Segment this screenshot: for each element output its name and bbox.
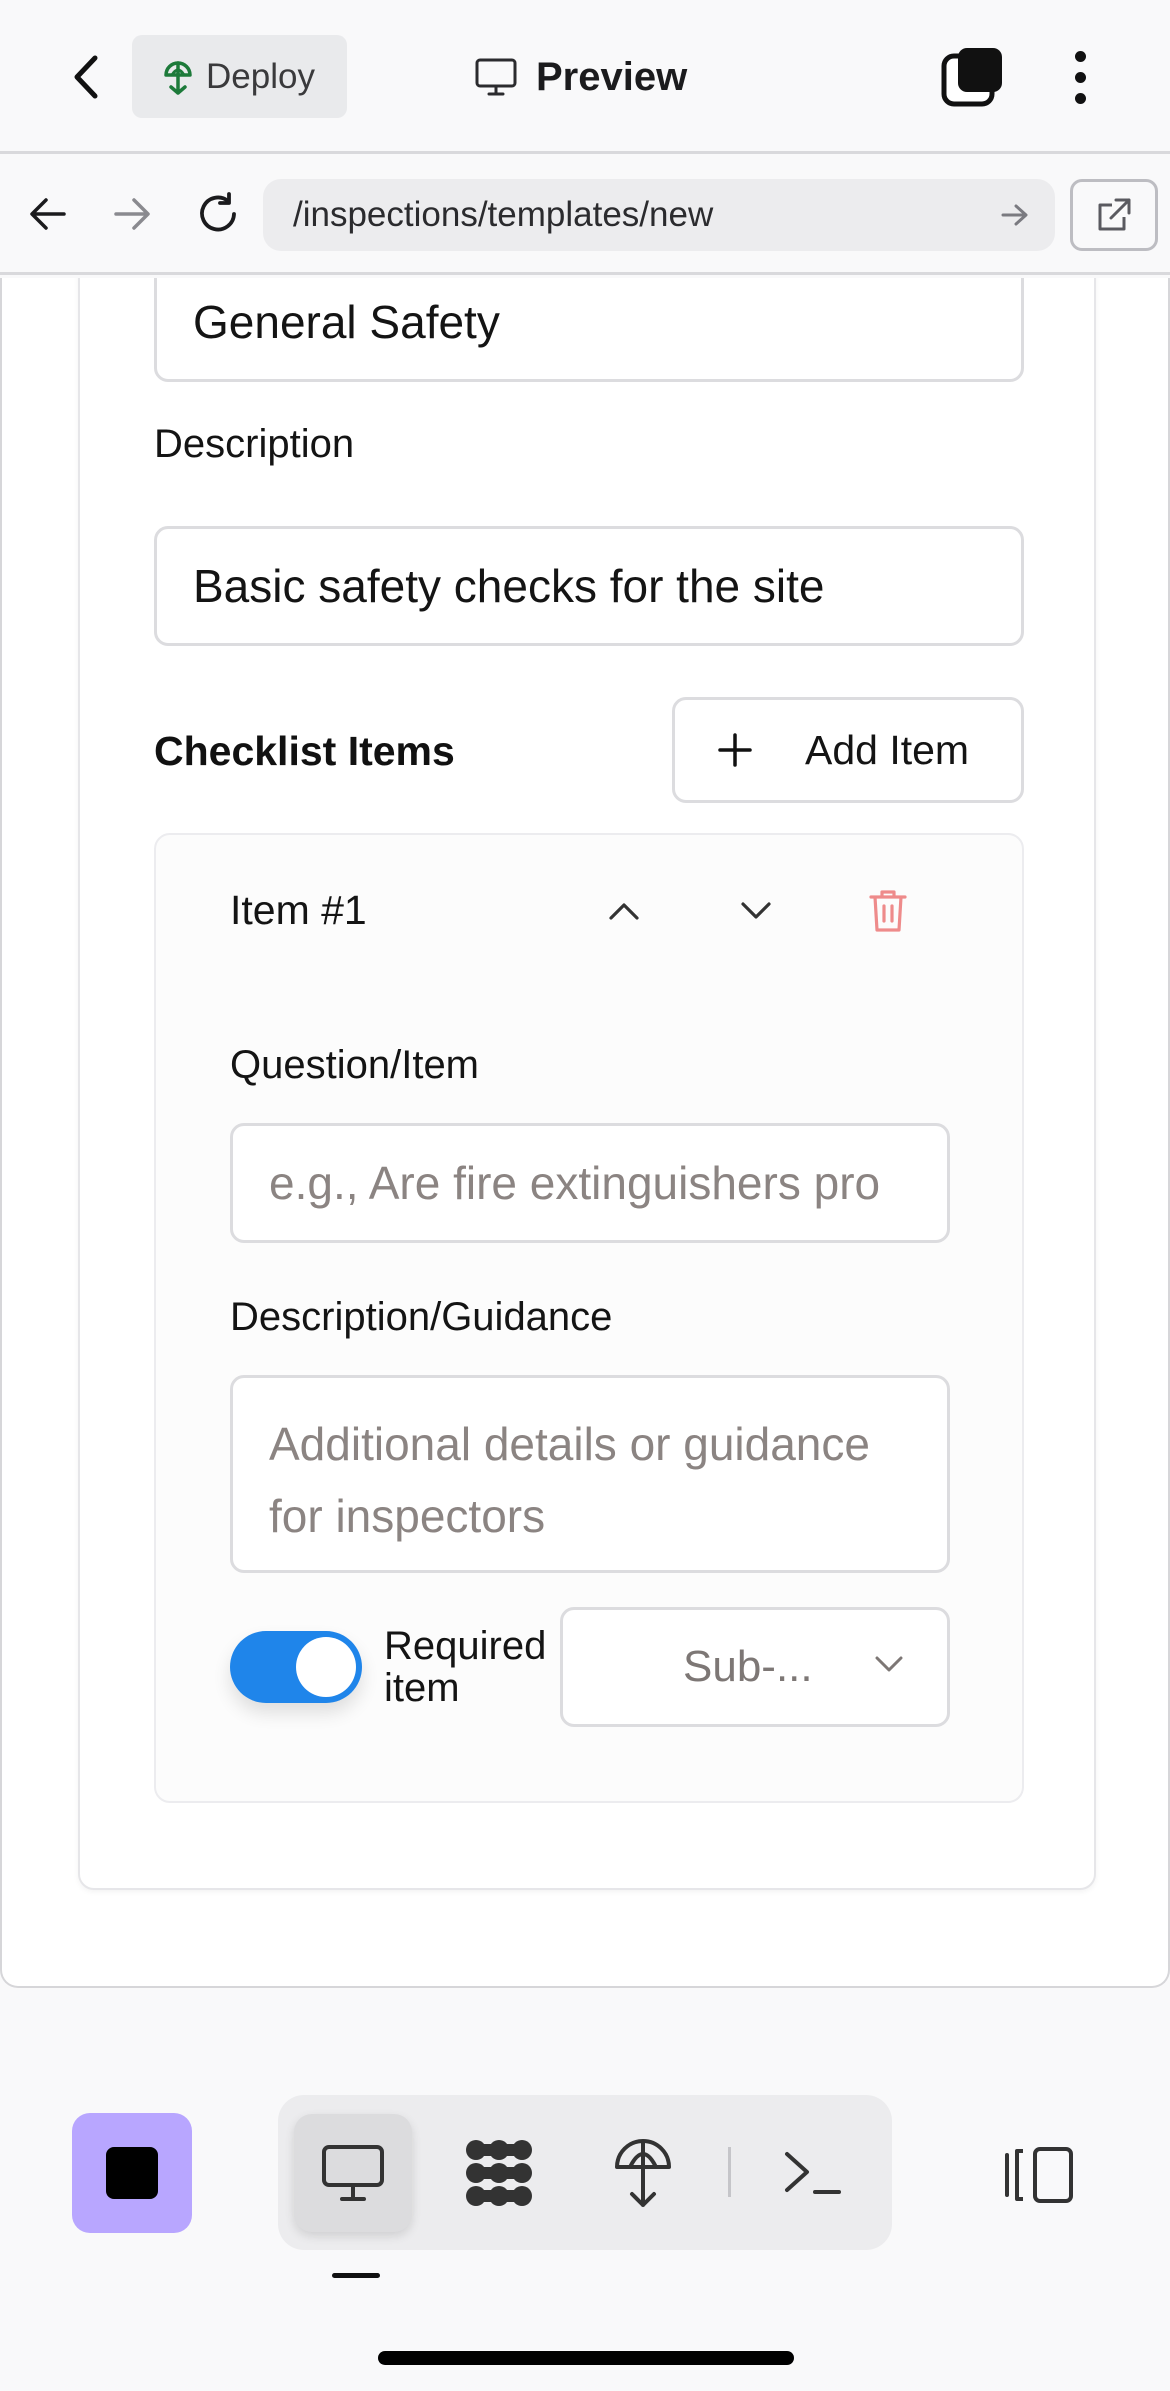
guidance-label: Description/Guidance	[230, 1295, 613, 1339]
external-link-icon	[1098, 198, 1131, 231]
url-input[interactable]: /inspections/templates/new	[263, 179, 1055, 251]
deploy-icon	[615, 2139, 671, 2207]
more-dot-icon	[1074, 50, 1086, 62]
item-title: Item #1	[230, 887, 367, 933]
required-label: Required item	[384, 1625, 564, 1709]
description-input[interactable]: Basic safety checks for the site	[154, 526, 1024, 646]
add-item-button[interactable]: Add Item	[672, 697, 1024, 803]
plus-icon	[718, 733, 752, 767]
open-external-button[interactable]	[1070, 179, 1158, 251]
deploy-label: Deploy	[206, 56, 315, 96]
url-bar: /inspections/templates/new	[0, 157, 1170, 275]
item-type-select[interactable]: Sub-...	[560, 1607, 950, 1727]
monitor-icon	[475, 58, 517, 96]
delete-item-button[interactable]	[860, 879, 916, 943]
checklist-items-title: Checklist Items	[154, 728, 455, 774]
template-name-input[interactable]: General Safety	[154, 278, 1024, 382]
select-value: Sub-...	[683, 1642, 813, 1691]
deploy-button[interactable]: Deploy	[132, 35, 347, 118]
dock-divider	[728, 2147, 731, 2197]
guidance-textarea[interactable]: Additional details or guidance for inspe…	[230, 1375, 950, 1573]
nav-forward-button[interactable]	[102, 184, 162, 244]
move-up-button[interactable]	[596, 879, 652, 943]
chevron-up-icon	[609, 903, 639, 920]
apps-grid-icon	[466, 2140, 532, 2206]
preview-tab[interactable]: Preview	[474, 44, 687, 110]
deploy-icon	[164, 60, 192, 95]
home-indicator	[378, 2351, 794, 2365]
chevron-left-icon	[74, 55, 98, 99]
tabs-icon	[941, 48, 1002, 107]
go-arrow-icon[interactable]	[997, 197, 1033, 233]
required-toggle[interactable]	[230, 1631, 362, 1703]
device-frame-icon	[1005, 2147, 1073, 2203]
required-label-line1: Required	[384, 1624, 547, 1668]
move-down-button[interactable]	[728, 879, 784, 943]
add-item-label: Add Item	[805, 726, 970, 773]
arrow-right-icon	[114, 198, 150, 230]
preview-view-button[interactable]	[294, 2114, 412, 2232]
top-toolbar: Deploy Preview	[0, 0, 1170, 154]
reload-button[interactable]	[188, 184, 248, 244]
device-toggle-button[interactable]	[1000, 2135, 1080, 2215]
active-view-indicator	[332, 2273, 380, 2278]
question-label: Question/Item	[230, 1043, 480, 1087]
apps-view-button[interactable]	[440, 2114, 558, 2232]
tabs-button[interactable]	[940, 44, 1006, 110]
template-form-card: General Safety Description Basic safety …	[78, 278, 1096, 1890]
reload-icon	[200, 192, 236, 232]
checklist-item-card: Item #1 Question/Item e.g., Are fire ext…	[154, 833, 1024, 1803]
preview-viewport: General Safety Description Basic safety …	[0, 278, 1170, 1988]
stop-square-icon	[106, 2147, 158, 2199]
required-label-line2: item	[384, 1666, 460, 1710]
more-dot-icon	[1074, 92, 1086, 104]
description-label: Description	[154, 422, 355, 466]
monitor-icon	[322, 2145, 384, 2201]
preview-label: Preview	[536, 54, 688, 99]
chevron-down-icon	[875, 1656, 903, 1672]
chevron-down-icon	[741, 902, 771, 919]
more-options-button[interactable]	[1055, 44, 1105, 110]
back-button[interactable]	[56, 44, 116, 110]
question-input[interactable]: e.g., Are fire extinguishers pro	[230, 1123, 950, 1243]
toggle-knob	[296, 1637, 356, 1697]
url-text: /inspections/templates/new	[293, 195, 714, 234]
view-switcher	[278, 2095, 892, 2250]
terminal-view-button[interactable]	[754, 2114, 872, 2232]
terminal-icon	[785, 2152, 841, 2194]
trash-icon	[869, 890, 907, 932]
arrow-left-icon	[30, 198, 66, 230]
nav-back-button[interactable]	[18, 184, 78, 244]
more-dot-icon	[1074, 71, 1086, 83]
deploy-view-button[interactable]	[584, 2114, 702, 2232]
stop-button[interactable]	[72, 2113, 192, 2233]
